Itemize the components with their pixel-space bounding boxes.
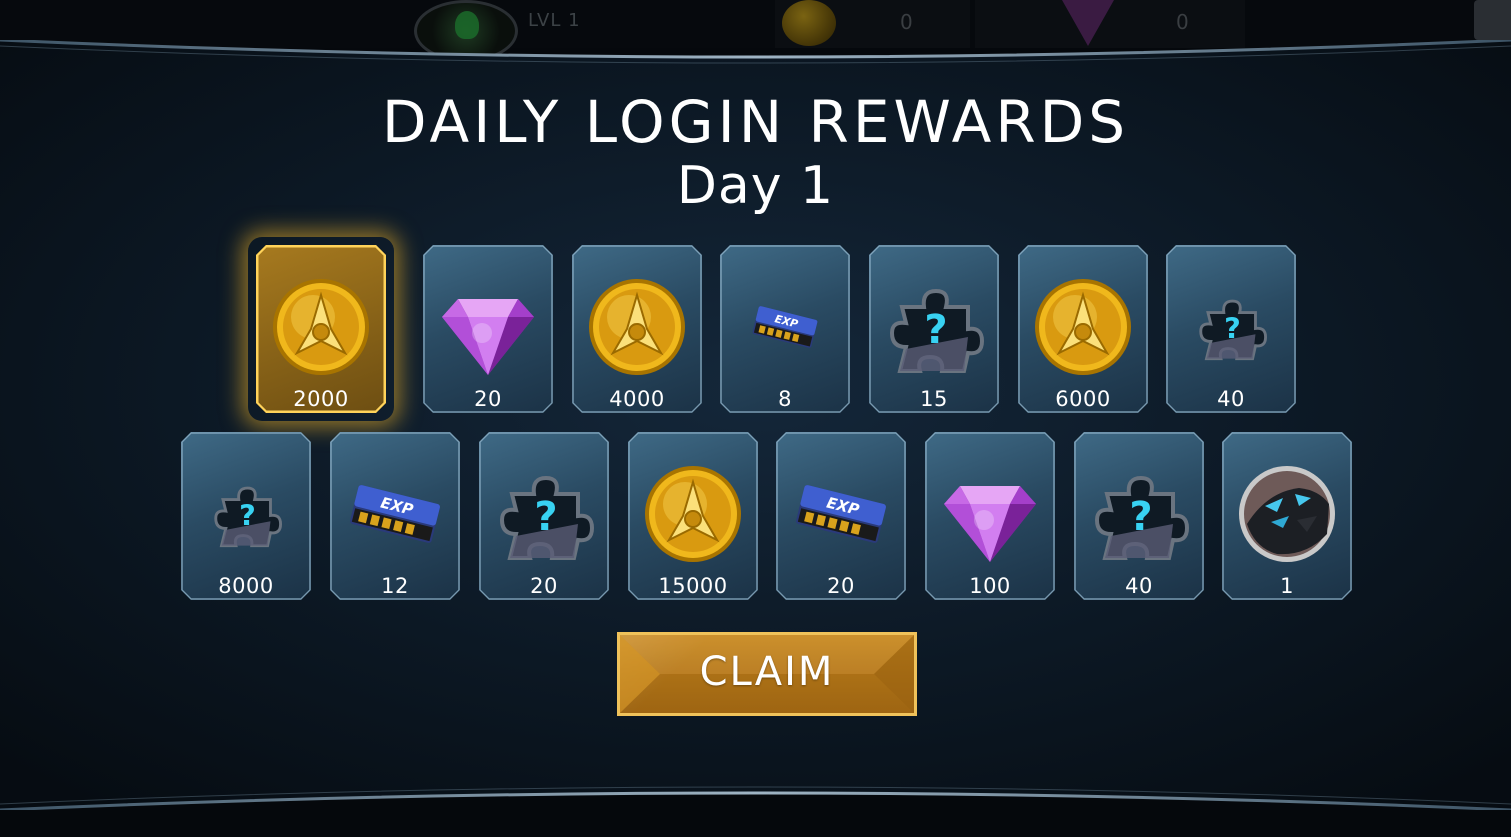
reward-card[interactable]: ? 40: [1166, 245, 1296, 413]
reward-card[interactable]: 1: [1222, 432, 1352, 600]
reward-card[interactable]: 4000: [572, 245, 702, 413]
reward-card[interactable]: 100: [925, 432, 1055, 600]
svg-text:?: ?: [239, 499, 256, 533]
gold-coin-icon: [256, 265, 386, 389]
reward-card[interactable]: ? 20: [479, 432, 609, 600]
player-level: LVL 1: [528, 10, 581, 31]
reward-amount: 100: [969, 574, 1011, 598]
reward-amount: 20: [474, 387, 502, 411]
reward-amount: 4000: [609, 387, 665, 411]
reward-card[interactable]: ? 15: [869, 245, 999, 413]
settings-button[interactable]: [1474, 0, 1511, 40]
svg-text:?: ?: [924, 307, 947, 353]
reward-card[interactable]: 6000: [1018, 245, 1148, 413]
mystery-shard-icon: ?: [479, 452, 609, 576]
reward-amount: 8: [778, 387, 792, 411]
reward-amount: 40: [1125, 574, 1153, 598]
reward-card[interactable]: 20: [423, 245, 553, 413]
reward-amount: 6000: [1055, 387, 1111, 411]
reward-amount: 12: [381, 574, 409, 598]
reward-amount: 40: [1217, 387, 1245, 411]
reward-card[interactable]: EXP 12: [330, 432, 460, 600]
svg-text:?: ?: [1224, 312, 1241, 346]
hero-portrait-icon: [1222, 452, 1352, 576]
reward-card[interactable]: EXP 8: [720, 245, 850, 413]
reward-amount: 2000: [293, 387, 349, 411]
mystery-shard-icon: ?: [1074, 452, 1204, 576]
gold-coin-icon: [1018, 265, 1148, 389]
mystery-shard-icon: ?: [1166, 265, 1296, 389]
purple-gem-icon: [423, 265, 553, 389]
reward-amount: 1: [1280, 574, 1294, 598]
game-screen: LVL 1 0 0 DAILY LOGIN REWARDS Day 1 2000…: [0, 0, 1511, 837]
reward-amount: 20: [530, 574, 558, 598]
reward-card[interactable]: ? 40: [1074, 432, 1204, 600]
svg-text:?: ?: [1129, 494, 1152, 540]
avatar-emblem-icon: [455, 11, 479, 39]
gold-coin-icon: [628, 452, 758, 576]
exp-card-icon: EXP: [776, 452, 906, 576]
gem-count: 0: [1176, 10, 1189, 34]
coin-count: 0: [900, 10, 913, 34]
reward-amount: 15: [920, 387, 948, 411]
reward-card[interactable]: EXP 20: [776, 432, 906, 600]
exp-card-icon: EXP: [330, 452, 460, 576]
mystery-shard-icon: ?: [181, 452, 311, 576]
gold-coin-icon: [572, 265, 702, 389]
reward-card[interactable]: ? 8000: [181, 432, 311, 600]
reward-amount: 20: [827, 574, 855, 598]
claim-button-label: CLAIM: [699, 649, 835, 695]
dialog-title: DAILY LOGIN REWARDS: [381, 88, 1130, 156]
claim-button[interactable]: CLAIM: [617, 632, 917, 716]
exp-card-icon: EXP: [720, 265, 850, 389]
svg-text:?: ?: [534, 494, 557, 540]
reward-card[interactable]: 2000: [256, 245, 386, 413]
reward-card[interactable]: 15000: [628, 432, 758, 600]
purple-gem-icon: [925, 452, 1055, 576]
reward-amount: 8000: [218, 574, 274, 598]
day-label: Day 1: [676, 156, 835, 216]
mystery-shard-icon: ?: [869, 265, 999, 389]
reward-amount: 15000: [658, 574, 728, 598]
